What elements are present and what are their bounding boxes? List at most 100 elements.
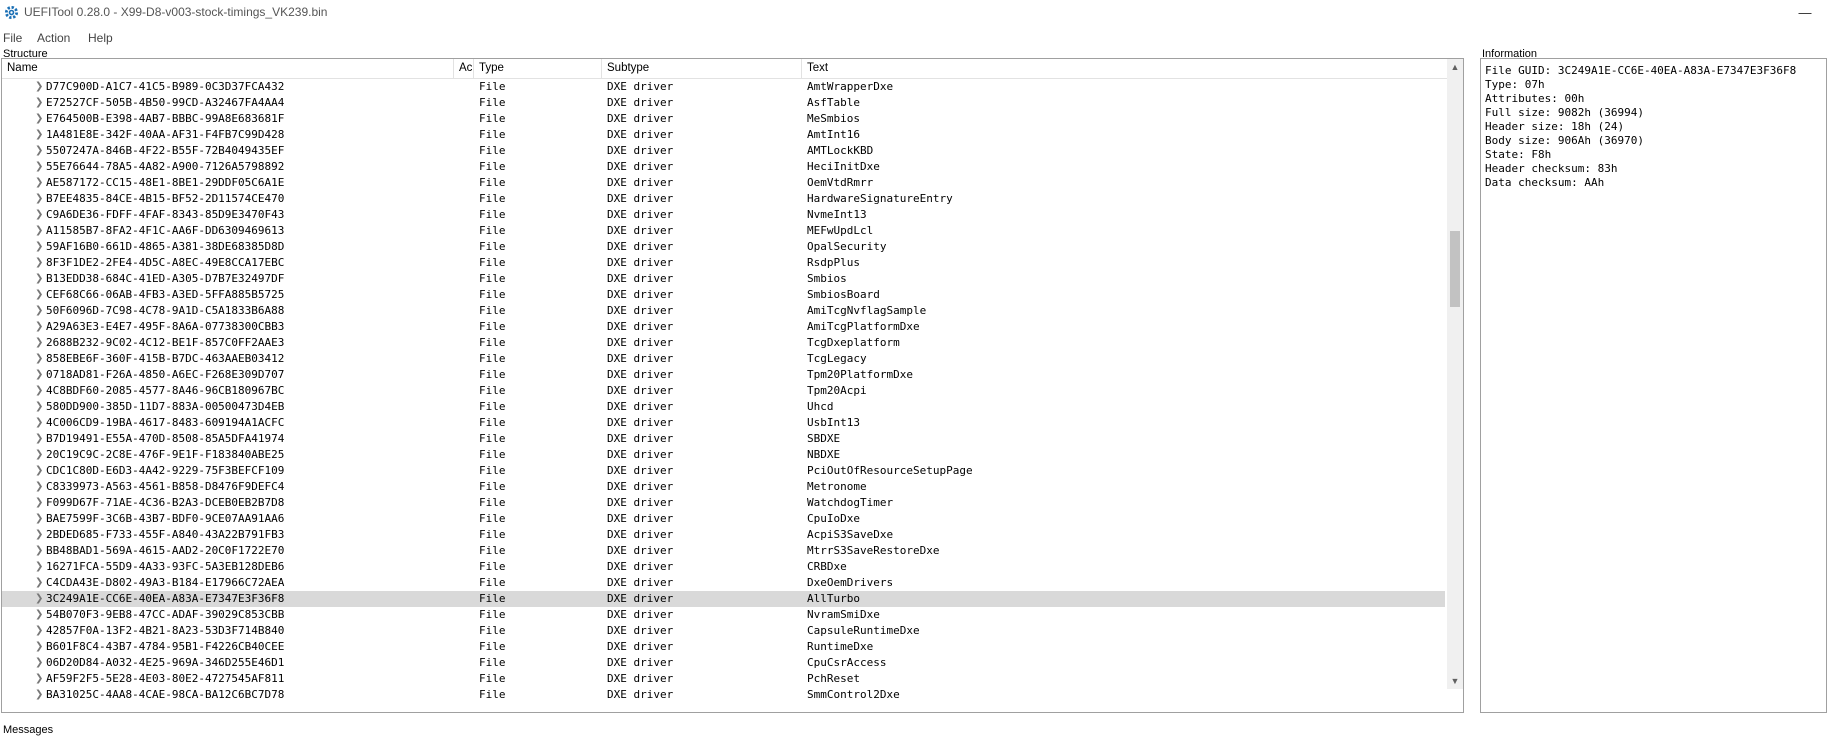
table-row[interactable]: ❯ CEF68C66-06AB-4FB3-A3ED-5FFA885B5725 Fil…	[2, 287, 1445, 303]
table-row[interactable]: ❯ B13EDD38-684C-41ED-A305-D7B7E32497DF Fil…	[2, 271, 1445, 287]
chevron-right-icon[interactable]: ❯	[35, 383, 43, 399]
table-row[interactable]: ❯ A11585B7-8FA2-4F1C-AA6F-DD6309469613 Fil…	[2, 223, 1445, 239]
cell-type: File	[479, 672, 506, 685]
chevron-right-icon[interactable]: ❯	[35, 271, 43, 287]
table-row[interactable]: ❯ F099D67F-71AE-4C36-B2A3-DCEB0EB2B7D8 Fil…	[2, 495, 1445, 511]
chevron-right-icon[interactable]: ❯	[35, 479, 43, 495]
menu-action[interactable]: Action	[37, 31, 70, 45]
table-row[interactable]: ❯ 42857F0A-13F2-4B21-8A23-53D3F714B840 Fil…	[2, 623, 1445, 639]
table-row[interactable]: ❯ C9A6DE36-FDFF-4FAF-8343-85D9E3470F43 Fil…	[2, 207, 1445, 223]
column-header-name[interactable]: Name	[2, 59, 454, 78]
scroll-up-icon[interactable]: ▲	[1447, 59, 1463, 75]
chevron-right-icon[interactable]: ❯	[35, 319, 43, 335]
chevron-right-icon[interactable]: ❯	[35, 559, 43, 575]
chevron-right-icon[interactable]: ❯	[35, 591, 43, 607]
chevron-right-icon[interactable]: ❯	[35, 623, 43, 639]
chevron-right-icon[interactable]: ❯	[35, 655, 43, 671]
cell-name: F099D67F-71AE-4C36-B2A3-DCEB0EB2B7D8	[46, 496, 285, 509]
chevron-right-icon[interactable]: ❯	[35, 511, 43, 527]
table-row[interactable]: ❯ 06D20D84-A032-4E25-969A-346D255E46D1 Fil…	[2, 655, 1445, 671]
table-row[interactable]: ❯ AF59F2F5-5E28-4E03-80E2-4727545AF811 Fil…	[2, 671, 1445, 687]
table-row[interactable]: ❯ D77C900D-A1C7-41C5-B989-0C3D37FCA432 Fil…	[2, 79, 1445, 95]
chevron-right-icon[interactable]: ❯	[35, 191, 43, 207]
table-row[interactable]: ❯ 858EBE6F-360F-415B-B7DC-463AAEB03412 Fil…	[2, 351, 1445, 367]
chevron-right-icon[interactable]: ❯	[35, 175, 43, 191]
table-row[interactable]: ❯ B7EE4835-84CE-4B15-BF52-2D11574CE470 Fil…	[2, 191, 1445, 207]
cell-name: B13EDD38-684C-41ED-A305-D7B7E32497DF	[46, 272, 285, 285]
chevron-right-icon[interactable]: ❯	[35, 495, 43, 511]
chevron-right-icon[interactable]: ❯	[35, 463, 43, 479]
table-row[interactable]: ❯ 59AF16B0-661D-4865-A381-38DE68385D8D Fil…	[2, 239, 1445, 255]
menu-help[interactable]: Help	[88, 31, 113, 45]
table-row[interactable]: ❯ B7D19491-E55A-470D-8508-85A5DFA41974 Fil…	[2, 431, 1445, 447]
table-row[interactable]: ❯ 580DD900-385D-11D7-883A-00500473D4EB Fil…	[2, 399, 1445, 415]
minimize-button[interactable]: —	[1782, 0, 1828, 24]
chevron-right-icon[interactable]: ❯	[35, 79, 43, 95]
chevron-right-icon[interactable]: ❯	[35, 239, 43, 255]
chevron-right-icon[interactable]: ❯	[35, 335, 43, 351]
table-row[interactable]: ❯ 2BDED685-F733-455F-A840-43A22B791FB3 Fil…	[2, 527, 1445, 543]
table-row[interactable]: ❯ 4C8BDF60-2085-4577-8A46-96CB180967BC Fil…	[2, 383, 1445, 399]
column-header-type[interactable]: Type	[474, 59, 602, 78]
table-row[interactable]: ❯ A29A63E3-E4E7-495F-8A6A-07738300CBB3 Fil…	[2, 319, 1445, 335]
table-row[interactable]: ❯ E72527CF-505B-4B50-99CD-A32467FA4AA4 Fil…	[2, 95, 1445, 111]
table-row-selected[interactable]: ❯ 3C249A1E-CC6E-40EA-A83A-E7347E3F36F8 Fil…	[2, 591, 1445, 607]
chevron-right-icon[interactable]: ❯	[35, 159, 43, 175]
table-row[interactable]: ❯ BB48BAD1-569A-4615-AAD2-20C0F1722E70 Fil…	[2, 543, 1445, 559]
table-row[interactable]: ❯ 54B070F3-9EB8-47CC-ADAF-39029C853CBB Fil…	[2, 607, 1445, 623]
table-row[interactable]: ❯ 2688B232-9C02-4C12-BE1F-857C0FF2AAE3 Fil…	[2, 335, 1445, 351]
table-row[interactable]: ❯ C4CDA43E-D802-49A3-B184-E17966C72AEA Fil…	[2, 575, 1445, 591]
chevron-right-icon[interactable]: ❯	[35, 127, 43, 143]
information-panel[interactable]: File GUID: 3C249A1E-CC6E-40EA-A83A-E7347…	[1480, 58, 1827, 713]
scroll-thumb[interactable]	[1450, 231, 1460, 307]
chevron-right-icon[interactable]: ❯	[35, 527, 43, 543]
chevron-right-icon[interactable]: ❯	[35, 415, 43, 431]
table-row[interactable]: ❯ E764500B-E398-4AB7-BBBC-99A8E683681F Fil…	[2, 111, 1445, 127]
table-row[interactable]: ❯ 55E76644-78A5-4A82-A900-7126A5798892 Fil…	[2, 159, 1445, 175]
chevron-right-icon[interactable]: ❯	[35, 431, 43, 447]
chevron-right-icon[interactable]: ❯	[35, 287, 43, 303]
structure-scrollbar[interactable]: ▲ ▼	[1447, 59, 1463, 689]
table-row[interactable]: ❯ 1A481E8E-342F-40AA-AF31-F4FB7C99D428 Fil…	[2, 127, 1445, 143]
table-row[interactable]: ❯ 50F6096D-7C98-4C78-9A1D-C5A1833B6A88 Fil…	[2, 303, 1445, 319]
column-header-text[interactable]: Text	[802, 59, 1451, 78]
chevron-right-icon[interactable]: ❯	[35, 447, 43, 463]
column-header-subtype[interactable]: Subtype	[602, 59, 802, 78]
chevron-right-icon[interactable]: ❯	[35, 95, 43, 111]
chevron-right-icon[interactable]: ❯	[35, 543, 43, 559]
chevron-right-icon[interactable]: ❯	[35, 351, 43, 367]
table-row[interactable]: ❯ B601F8C4-43B7-4784-95B1-F4226CB40CEE Fil…	[2, 639, 1445, 655]
table-row[interactable]: ❯ 8F3F1DE2-2FE4-4D5C-A8EC-49E8CCA17EBC Fil…	[2, 255, 1445, 271]
cell-text: MeSmbios	[807, 112, 860, 125]
table-row[interactable]: ❯ BA31025C-4AA8-4CAE-98CA-BA12C6BC7D78 Fil…	[2, 687, 1445, 703]
chevron-right-icon[interactable]: ❯	[35, 575, 43, 591]
structure-tree[interactable]: Name Ac Type Subtype Text ❯ D77C900D-A1C7…	[1, 58, 1464, 713]
chevron-right-icon[interactable]: ❯	[35, 607, 43, 623]
table-row[interactable]: ❯ AE587172-CC15-48E1-8BE1-29DDF05C6A1E Fil…	[2, 175, 1445, 191]
chevron-right-icon[interactable]: ❯	[35, 111, 43, 127]
cell-type: File	[479, 112, 506, 125]
chevron-right-icon[interactable]: ❯	[35, 671, 43, 687]
chevron-right-icon[interactable]: ❯	[35, 367, 43, 383]
chevron-right-icon[interactable]: ❯	[35, 223, 43, 239]
cell-subtype: DXE driver	[607, 176, 674, 189]
table-row[interactable]: ❯ 5507247A-846B-4F22-B55F-72B4049435EF Fil…	[2, 143, 1445, 159]
chevron-right-icon[interactable]: ❯	[35, 639, 43, 655]
chevron-right-icon[interactable]: ❯	[35, 303, 43, 319]
scroll-down-icon[interactable]: ▼	[1447, 673, 1463, 689]
column-header-action[interactable]: Ac	[454, 59, 474, 78]
chevron-right-icon[interactable]: ❯	[35, 143, 43, 159]
menu-file[interactable]: File	[3, 31, 22, 45]
table-row[interactable]: ❯ C8339973-A563-4561-B858-D8476F9DEFC4 Fil…	[2, 479, 1445, 495]
cell-type: File	[479, 208, 506, 221]
chevron-right-icon[interactable]: ❯	[35, 399, 43, 415]
chevron-right-icon[interactable]: ❯	[35, 255, 43, 271]
table-row[interactable]: ❯ 16271FCA-55D9-4A33-93FC-5A3EB128DEB6 Fil…	[2, 559, 1445, 575]
chevron-right-icon[interactable]: ❯	[35, 207, 43, 223]
table-row[interactable]: ❯ BAE7599F-3C6B-43B7-BDF0-9CE07AA91AA6 Fil…	[2, 511, 1445, 527]
table-row[interactable]: ❯ 0718AD81-F26A-4850-A6EC-F268E309D707 Fil…	[2, 367, 1445, 383]
table-row[interactable]: ❯ CDC1C80D-E6D3-4A42-9229-75F3BEFCF109 Fil…	[2, 463, 1445, 479]
chevron-right-icon[interactable]: ❯	[35, 687, 43, 703]
table-row[interactable]: ❯ 4C006CD9-19BA-4617-8483-609194A1ACFC Fil…	[2, 415, 1445, 431]
table-row[interactable]: ❯ 20C19C9C-2C8E-476F-9E1F-F183840ABE25 Fil…	[2, 447, 1445, 463]
